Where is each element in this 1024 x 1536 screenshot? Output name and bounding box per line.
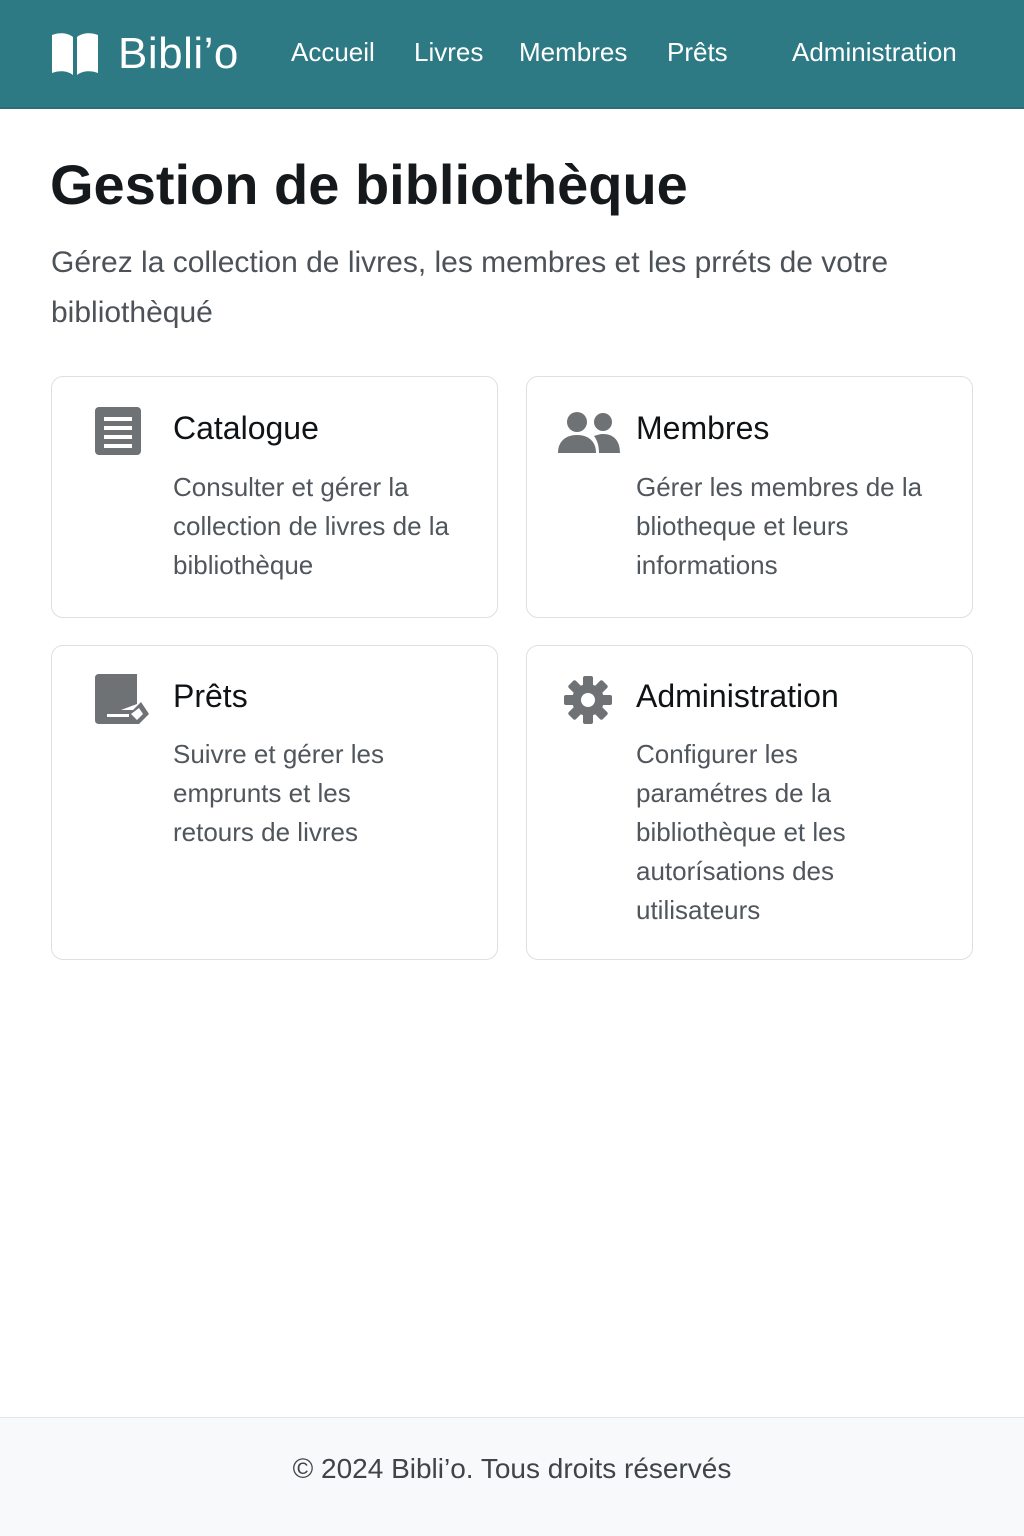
card-prets-title: Prêts (173, 678, 248, 714)
page: Bibli’o Accueil Livres Membres Prêts Adm… (0, 0, 1024, 1536)
open-book-icon (52, 33, 98, 75)
brand-logo-link[interactable]: Bibli’o (50, 26, 239, 82)
nav-link-administration[interactable]: Administration (792, 36, 957, 68)
page-subtitle: Gérez la collection de livres, les membr… (51, 246, 888, 329)
card-administration-description: Configurer les paramétres de la biblioth… (636, 739, 846, 925)
nav-link-livres[interactable]: Livres (414, 36, 483, 68)
card-catalogue-title: Catalogue (173, 410, 319, 446)
brand-name: Bibli’o (118, 29, 239, 78)
card-catalogue[interactable]: Catalogue Consulter et gérer la collecti… (51, 376, 498, 618)
footer: © 2024 Bibli’o. Tous droits réservés (0, 1417, 1024, 1536)
document-list-icon (95, 407, 141, 455)
card-membres[interactable]: Membres Gérer les membres de la bliotheq… (526, 376, 973, 618)
card-administration-title: Administration (636, 678, 839, 714)
card-prets-description: Suivre et gérer les emprunts et les reto… (173, 739, 384, 847)
gear-icon (564, 676, 612, 724)
card-catalogue-description: Consulter et gérer la collection de livr… (173, 472, 450, 580)
navbar: Bibli’o Accueil Livres Membres Prêts Adm… (0, 0, 1024, 109)
nav-link-membres[interactable]: Membres (519, 36, 627, 68)
footer-copyright: © 2024 Bibli’o. Tous droits réservés (292, 1453, 732, 1484)
card-prets[interactable]: Prêts Suivre et gérer les emprunts et le… (51, 645, 498, 960)
nav-link-prets[interactable]: Prêts (667, 36, 728, 68)
nav-link-accueil[interactable]: Accueil (291, 36, 375, 68)
people-icon (558, 412, 620, 453)
card-membres-description: Gérer les membres de la bliotheque et le… (636, 472, 923, 580)
card-administration[interactable]: Administration Configurer les paramétres… (526, 645, 973, 960)
loan-book-icon (95, 674, 149, 724)
card-membres-title: Membres (636, 410, 770, 446)
page-title: Gestion de bibliothèque (50, 153, 688, 216)
